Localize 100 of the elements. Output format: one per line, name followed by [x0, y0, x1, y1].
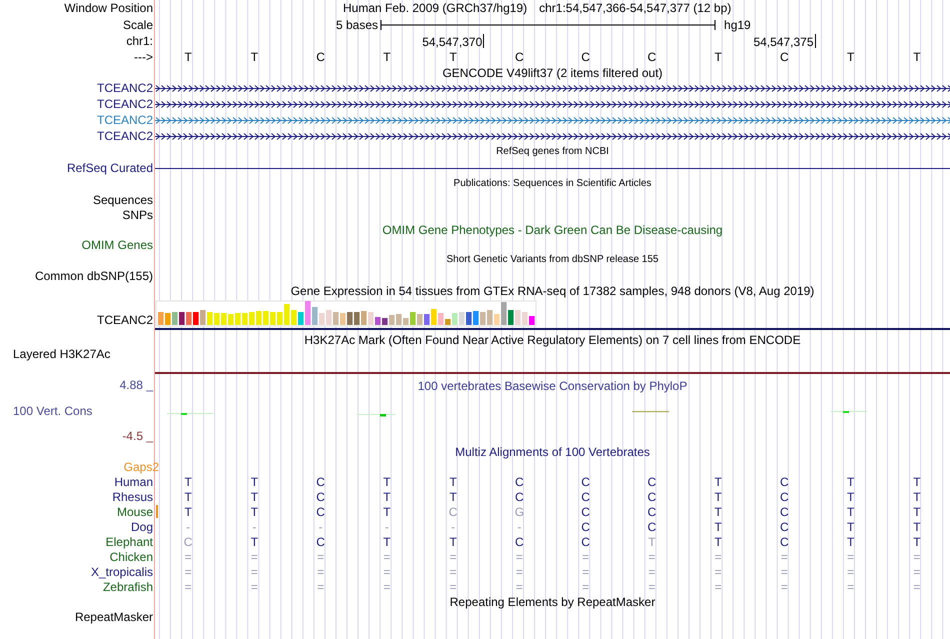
- gene-model[interactable]: [155, 132, 950, 140]
- track-label[interactable]: RefSeq Curated: [66, 162, 153, 174]
- base-letter: C: [646, 51, 658, 63]
- alignment-base: C: [779, 476, 790, 488]
- axis-max-label: 4.88 _: [118, 379, 153, 391]
- base-letter: T: [250, 51, 260, 63]
- track-label: RepeatMasker: [74, 610, 153, 622]
- alignment-base: =: [382, 580, 392, 592]
- alignment-base: C: [646, 506, 658, 518]
- species-label: Zebrafish: [102, 580, 153, 592]
- alignment-base: C: [779, 520, 790, 532]
- alignment-base: =: [780, 566, 789, 578]
- alignment-base: C: [779, 506, 790, 518]
- alignment-base: C: [779, 490, 790, 502]
- alignment-base: =: [846, 550, 856, 562]
- track-label: 100 Vert. Cons: [12, 404, 94, 416]
- alignment-base: C: [514, 536, 525, 548]
- alignment-base: =: [714, 580, 723, 592]
- alignment-base: C: [779, 536, 790, 548]
- alignment-base: T: [846, 476, 856, 488]
- position-range: chr1:54,547,366-54,547,377 (12 bp): [539, 2, 732, 14]
- alignment-base: C: [514, 490, 525, 502]
- alignment-base: C: [646, 476, 658, 488]
- alignment-base: T: [713, 520, 723, 532]
- track-title: Publications: Sequences in Scientific Articles: [452, 179, 652, 189]
- track-title: H3K27Ac Mark (Often Found Near Active Regulatory Elements) on 7 cell lines from ENCODE: [303, 334, 802, 346]
- base-letter: C: [514, 51, 525, 63]
- alignment-base: T: [183, 506, 193, 518]
- base-letter: T: [382, 51, 392, 63]
- track-label[interactable]: TCEANC2: [96, 82, 153, 94]
- alignment-base: =: [647, 580, 656, 592]
- alignment-base: T: [382, 476, 392, 488]
- alignment-base: T: [912, 536, 922, 548]
- alignment-base: =: [780, 550, 789, 562]
- alignment-base: =: [714, 550, 723, 562]
- alignment-base: T: [183, 490, 193, 502]
- alignment-base: C: [514, 476, 525, 488]
- alignment-base: T: [382, 536, 392, 548]
- alignment-base: C: [580, 476, 591, 488]
- alignment-base: =: [250, 566, 259, 578]
- alignment-base: C: [580, 490, 591, 502]
- alignment-base: C: [646, 520, 658, 532]
- alignment-base: T: [250, 476, 260, 488]
- alignment-base: T: [382, 506, 392, 518]
- alignment-base: -: [384, 520, 390, 532]
- alignment-base: G: [514, 506, 526, 518]
- alignment-base: =: [382, 550, 392, 562]
- alignment-base: -: [450, 520, 456, 532]
- alignment-base: C: [315, 490, 326, 502]
- base-letter: T: [912, 51, 922, 63]
- track-title: Short Genetic Variants from dbSNP release 155: [446, 255, 660, 265]
- track-label[interactable]: TCEANC2: [96, 114, 153, 126]
- alignment-base: T: [713, 490, 723, 502]
- alignment-base: T: [912, 520, 922, 532]
- species-label: Elephant: [106, 536, 153, 548]
- alignment-base: T: [846, 490, 856, 502]
- alignment-base: =: [514, 580, 524, 592]
- alignment-base: T: [647, 536, 657, 548]
- alignment-base: =: [316, 566, 326, 578]
- track-label: Layered H3K27Ac: [13, 348, 110, 360]
- alignment-base: C: [580, 506, 591, 518]
- track-label: Window Position: [64, 2, 153, 14]
- alignment-base: =: [581, 566, 590, 578]
- alignment-base: -: [185, 520, 192, 532]
- track-label: OMIM Genes: [82, 238, 153, 250]
- alignment-base: C: [646, 490, 658, 502]
- track-label: TCEANC2: [96, 314, 153, 326]
- strand-label: --->: [134, 51, 153, 63]
- track-title: Gene Expression in 54 tissues from GTEx RNA-seq of 17382 samples, 948 donors (V8, Aug 2019): [290, 284, 816, 296]
- species-label: Human: [114, 476, 153, 488]
- base-letter: C: [315, 51, 326, 63]
- chromosome-label: chr1:: [126, 35, 153, 47]
- alignment-base: T: [713, 506, 723, 518]
- track-label[interactable]: TCEANC2: [96, 130, 153, 142]
- assembly-name: Human Feb. 2009 (GRCh37/hg19): [343, 2, 528, 14]
- species-label: Chicken: [110, 550, 153, 562]
- gene-model[interactable]: [155, 84, 950, 92]
- alignment-base: T: [846, 520, 856, 532]
- track-label: Gaps2: [124, 460, 159, 472]
- alignment-base: T: [912, 506, 922, 518]
- alignment-base: =: [184, 566, 193, 578]
- coordinate-label: 54,547,375: [753, 34, 816, 48]
- gene-model[interactable]: [155, 100, 950, 108]
- alignment-base: =: [647, 566, 656, 578]
- track-label[interactable]: TCEANC2: [96, 98, 153, 110]
- species-label: Mouse: [116, 506, 153, 518]
- alignment-base: =: [448, 566, 458, 578]
- alignment-base: =: [448, 550, 458, 562]
- alignment-base: =: [780, 580, 789, 592]
- alignment-base: =: [912, 550, 922, 562]
- axis-min-label: -4.5 _: [121, 430, 153, 442]
- alignment-base: =: [514, 550, 524, 562]
- alignment-base: C: [315, 506, 326, 518]
- alignment-base: C: [580, 536, 591, 548]
- alignment-base: -: [318, 520, 324, 532]
- scale-length: 5 bases: [336, 18, 378, 30]
- alignment-base: T: [448, 536, 458, 548]
- alignment-base: T: [382, 490, 392, 502]
- alignment-base: T: [846, 506, 856, 518]
- alignment-base: T: [183, 476, 193, 488]
